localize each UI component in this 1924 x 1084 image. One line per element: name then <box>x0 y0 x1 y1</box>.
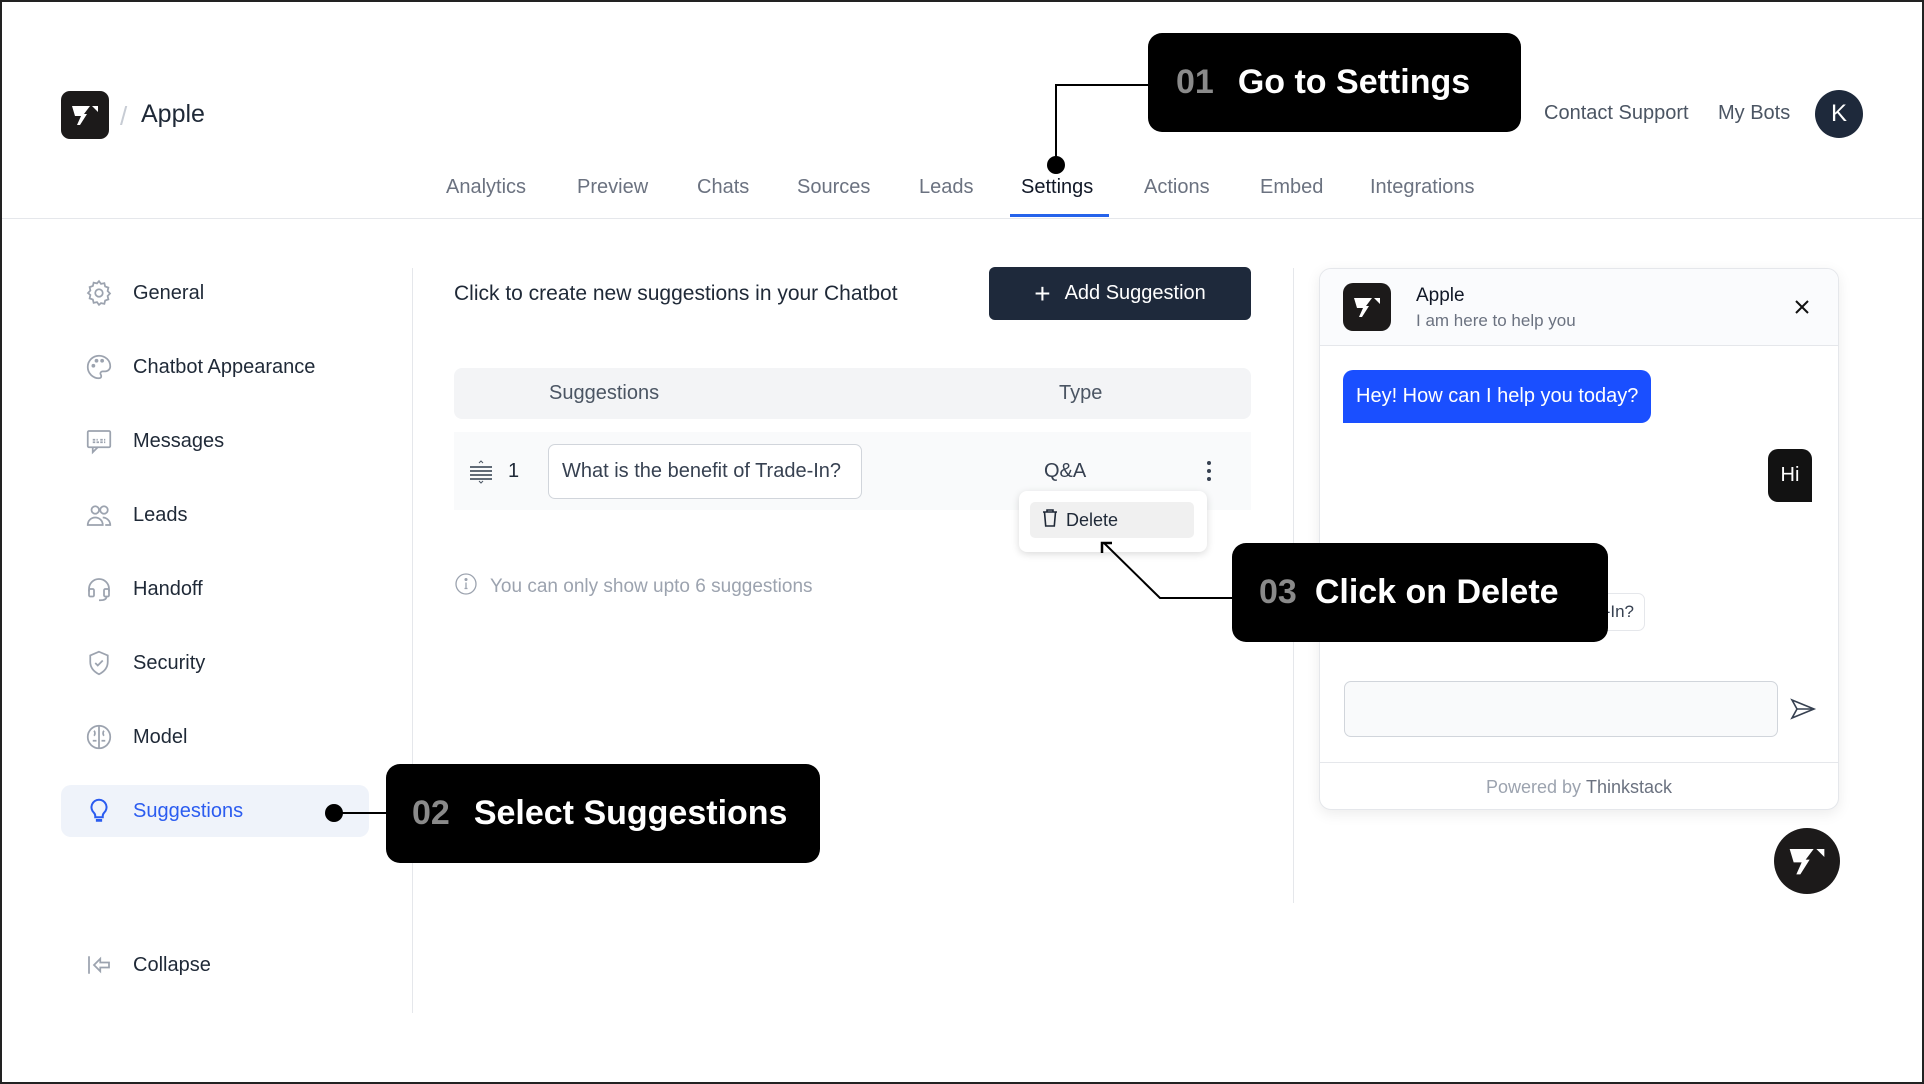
info-icon <box>454 572 478 602</box>
column-header-suggestions: Suggestions <box>549 382 660 404</box>
close-icon[interactable] <box>1788 293 1816 321</box>
step-text: Select Suggestions <box>473 794 788 832</box>
sidebar-item-label: Leads <box>133 503 188 526</box>
suggestions-intro-text: Click to create new suggestions in your … <box>454 282 898 305</box>
step-02-callout: 02 Select Suggestions <box>386 764 820 863</box>
header-divider <box>0 218 1924 219</box>
chat-widget-subtitle: I am here to help you <box>1416 311 1576 330</box>
logo-mark-icon <box>1789 849 1825 875</box>
thinkstack-logo[interactable] <box>61 91 109 139</box>
sidebar-item-label: Messages <box>133 429 225 452</box>
collapse-sidebar-button[interactable]: Collapse <box>61 939 369 991</box>
suggestions-table-header: Suggestions Type <box>454 368 1251 419</box>
chat-widget-title: Apple <box>1416 285 1465 306</box>
step-01-callout: 01 Go to Settings <box>1148 33 1521 132</box>
suggestion-input[interactable] <box>548 444 862 499</box>
step-03-callout: 03 Click on Delete <box>1232 543 1608 642</box>
sidebar-item-handoff[interactable]: Handoff <box>61 563 369 615</box>
powered-by-footer: Powered by Thinkstack <box>1320 762 1838 809</box>
column-header-type: Type <box>1059 382 1103 404</box>
user-message-bubble: Hi <box>1768 449 1812 502</box>
active-tab-indicator <box>1010 214 1109 217</box>
step-text: Go to Settings <box>1237 63 1471 101</box>
step-number: 02 <box>412 794 450 832</box>
sidebar-item-leads[interactable]: Leads <box>61 489 369 541</box>
drag-handle-icon[interactable] <box>468 460 494 489</box>
collapse-label: Collapse <box>133 953 211 976</box>
logo-mark-icon <box>1354 298 1380 317</box>
chat-bot-logo <box>1343 283 1391 331</box>
info-text: You can only show upto 6 suggestions <box>490 576 813 597</box>
chat-widget-preview: Apple I am here to help you Hey! How can… <box>1319 268 1839 810</box>
tab-leads[interactable]: Leads <box>919 176 974 199</box>
sidebar-item-label: General <box>133 281 205 304</box>
row-more-options-icon[interactable] <box>1200 454 1218 488</box>
sidebar-item-model[interactable]: Model <box>61 711 369 763</box>
add-suggestion-label: Add Suggestion <box>1064 282 1206 304</box>
tab-preview[interactable]: Preview <box>577 176 648 199</box>
sidebar-item-messages[interactable]: Messages <box>61 415 369 467</box>
suggestion-type: Q&A <box>1044 460 1087 482</box>
chat-message-input[interactable] <box>1344 681 1778 737</box>
plus-icon: + <box>1034 277 1051 309</box>
chat-launcher-button[interactable] <box>1774 828 1840 894</box>
sidebar-item-label: Security <box>133 651 206 674</box>
breadcrumb-separator: / <box>120 101 128 131</box>
logo-mark-icon <box>72 106 98 125</box>
my-bots-link[interactable]: My Bots <box>1718 102 1790 125</box>
lightbulb-icon <box>83 795 115 827</box>
add-suggestion-button[interactable]: + Add Suggestion <box>989 267 1251 320</box>
tab-integrations[interactable]: Integrations <box>1370 176 1475 199</box>
powered-by-brand[interactable]: Thinkstack <box>1586 777 1672 798</box>
gear-icon <box>83 277 115 309</box>
sidebar-item-chatbot-appearance[interactable]: Chatbot Appearance <box>61 341 369 393</box>
tab-chats[interactable]: Chats <box>697 176 749 199</box>
tab-settings[interactable]: Settings <box>1021 176 1093 199</box>
sidebar-item-label: Handoff <box>133 577 203 600</box>
brain-icon <box>83 721 115 753</box>
bot-message-bubble: Hey! How can I help you today? <box>1343 370 1652 423</box>
bot-name-breadcrumb[interactable]: Apple <box>141 100 205 129</box>
delete-menu-item[interactable]: Delete <box>1030 502 1194 538</box>
sidebar-item-security[interactable]: Security <box>61 637 369 689</box>
tab-actions[interactable]: Actions <box>1144 176 1210 199</box>
row-index: 1 <box>508 460 520 482</box>
tab-analytics[interactable]: Analytics <box>446 176 526 199</box>
main-tabs: Analytics Preview Chats Sources Leads Se… <box>0 170 1924 219</box>
delete-label: Delete <box>1066 509 1119 530</box>
user-avatar[interactable]: K <box>1815 90 1863 138</box>
message-icon <box>83 425 115 457</box>
palette-icon <box>83 351 115 383</box>
shield-check-icon <box>83 647 115 679</box>
sidebar-item-suggestions[interactable]: Suggestions <box>61 785 369 837</box>
sidebar-item-label: Suggestions <box>133 799 244 822</box>
sidebar-item-general[interactable]: General <box>61 267 369 319</box>
step-text: Click on Delete <box>1314 573 1559 611</box>
send-icon[interactable] <box>1788 694 1818 724</box>
sidebar-item-label: Chatbot Appearance <box>133 355 316 378</box>
step-number: 01 <box>1176 63 1214 101</box>
collapse-arrow-icon <box>83 949 115 981</box>
sidebar-divider <box>412 268 413 1013</box>
row-options-menu: Delete <box>1019 491 1207 552</box>
chat-widget-header: Apple I am here to help you <box>1320 269 1838 346</box>
users-icon <box>83 499 115 531</box>
headset-icon <box>83 573 115 605</box>
tab-embed[interactable]: Embed <box>1260 176 1323 199</box>
contact-support-link[interactable]: Contact Support <box>1544 102 1689 125</box>
sidebar-item-label: Model <box>133 725 188 748</box>
tab-sources[interactable]: Sources <box>797 176 870 199</box>
powered-by-text: Powered by <box>1485 776 1582 797</box>
step-number: 03 <box>1259 573 1297 611</box>
suggestions-limit-info: You can only show upto 6 suggestions <box>454 572 813 602</box>
trash-icon <box>1042 508 1058 533</box>
